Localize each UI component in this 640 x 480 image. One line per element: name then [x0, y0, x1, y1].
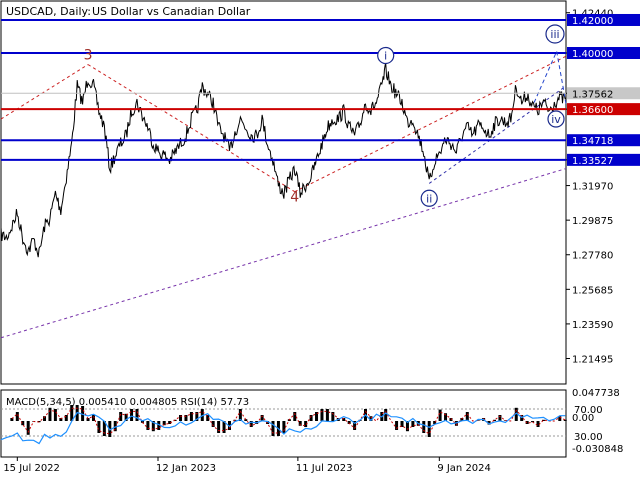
indicator-label: MACD(5,34,5) 0.005410 0.004805 RSI(14) 5…	[6, 397, 249, 408]
indicator-right-tick: 70.00	[574, 405, 603, 416]
wave-label: i	[384, 49, 387, 62]
level-price-label: 1.34718	[572, 136, 613, 147]
x-tick-label: 11 Jul 2023	[296, 463, 353, 474]
y-tick-label: 1.23590	[572, 320, 613, 331]
x-tick-label: 15 Jul 2022	[3, 463, 60, 474]
wave-label: ii	[426, 192, 432, 205]
chart-window: USDCAD, Daily: US Dollar vs Canadian Dol…	[0, 0, 640, 480]
current-price-label: 1.37562	[572, 89, 613, 100]
x-tick-label: 9 Jan 2024	[437, 463, 491, 474]
wave-label: iii	[550, 28, 559, 41]
level-price-label: 1.33527	[572, 156, 613, 167]
level-price-label: 1.40000	[572, 49, 613, 60]
level-price-label: 1.36600	[572, 105, 613, 116]
y-tick-label: 1.21495	[572, 354, 613, 365]
y-tick-label: 1.31970	[572, 182, 613, 193]
chart-symbol: USDCAD, Daily:	[6, 5, 91, 18]
wave-label: 3	[84, 48, 93, 64]
y-tick-label: 1.29875	[572, 216, 613, 227]
y-tick-label: 1.27780	[572, 251, 613, 262]
y-tick-label: 1.25685	[572, 285, 613, 296]
indicator-right-tick: 30.00	[574, 432, 603, 443]
indicator-left-tick: 0.047738	[572, 388, 620, 399]
wave-label: iv	[551, 113, 561, 126]
chart-description: US Dollar vs Canadian Dollar	[92, 5, 251, 18]
chart-background	[0, 0, 640, 480]
indicator-left-tick: -0.030848	[572, 444, 623, 455]
level-price-label: 1.42000	[572, 16, 613, 27]
chart-canvas: USDCAD, Daily: US Dollar vs Canadian Dol…	[0, 0, 640, 480]
x-tick-label: 12 Jan 2023	[156, 463, 216, 474]
wave-label: 4	[290, 190, 299, 206]
